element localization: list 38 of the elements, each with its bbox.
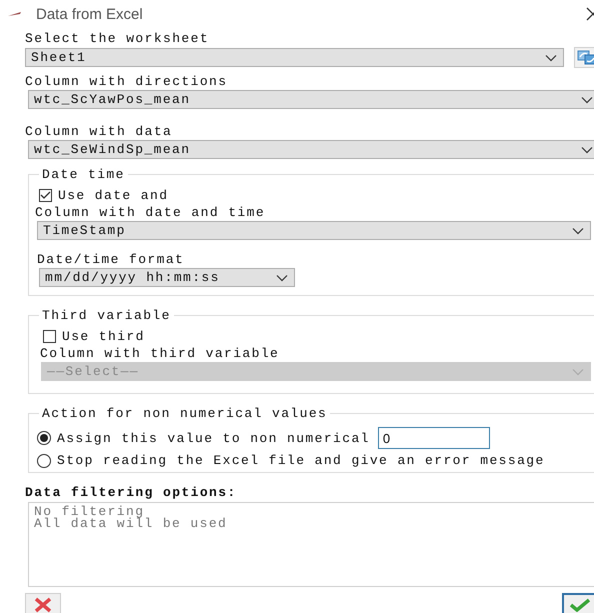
field-label: Column with directions — [25, 74, 228, 89]
window-title: Data from Excel — [36, 6, 143, 22]
field-label: Date/time format — [37, 252, 186, 267]
dropdown[interactable]: mm/dd/yyyy hh:mm:ss — [39, 268, 295, 287]
dropdown[interactable]: wtc_SeWindSp_mean — [28, 140, 594, 159]
group-title: Date time — [41, 167, 126, 182]
chevron-down-icon — [545, 54, 557, 62]
refresh-icon — [577, 50, 594, 65]
chevron-down-icon — [572, 226, 584, 234]
chevron-down-icon — [572, 368, 584, 376]
field-label: Column with third variable — [40, 346, 280, 361]
chevron-down-icon — [276, 274, 288, 282]
field-label: Column with data — [25, 124, 174, 139]
chevron-down-icon — [581, 96, 593, 104]
input-field[interactable]: 0 — [378, 427, 490, 449]
field-label: Select the worksheet — [25, 31, 210, 46]
cancel-button[interactable] — [25, 593, 61, 613]
dropdown[interactable]: wtc_ScYawPos_mean — [28, 90, 594, 109]
radio-button[interactable] — [37, 431, 51, 445]
cross-icon — [34, 597, 52, 613]
checkbox-label: Use date and — [58, 188, 168, 203]
group-title: Third variable — [41, 308, 172, 323]
radio-label: Stop reading the Excel file and give an error message — [57, 453, 545, 468]
field-label: Column with date and time — [35, 205, 266, 220]
radio-label: Assign this value to non numerical — [57, 430, 370, 446]
dropdown[interactable]: Sheet1 — [25, 48, 564, 67]
checkbox[interactable] — [39, 189, 52, 202]
ok-button[interactable] — [562, 593, 594, 613]
text-area[interactable]: No filtering All data will be used — [28, 502, 594, 587]
checkbox[interactable] — [43, 330, 56, 343]
refresh-button[interactable] — [574, 47, 594, 68]
check-icon — [569, 598, 591, 612]
field-label: Data filtering options: — [25, 485, 238, 500]
group-title: Action for non numerical values — [41, 406, 328, 421]
radio-button[interactable] — [37, 454, 51, 468]
chevron-down-icon — [581, 146, 593, 154]
checkbox-label: Use third — [62, 329, 145, 344]
dropdown[interactable]: TimeStamp — [37, 221, 591, 240]
